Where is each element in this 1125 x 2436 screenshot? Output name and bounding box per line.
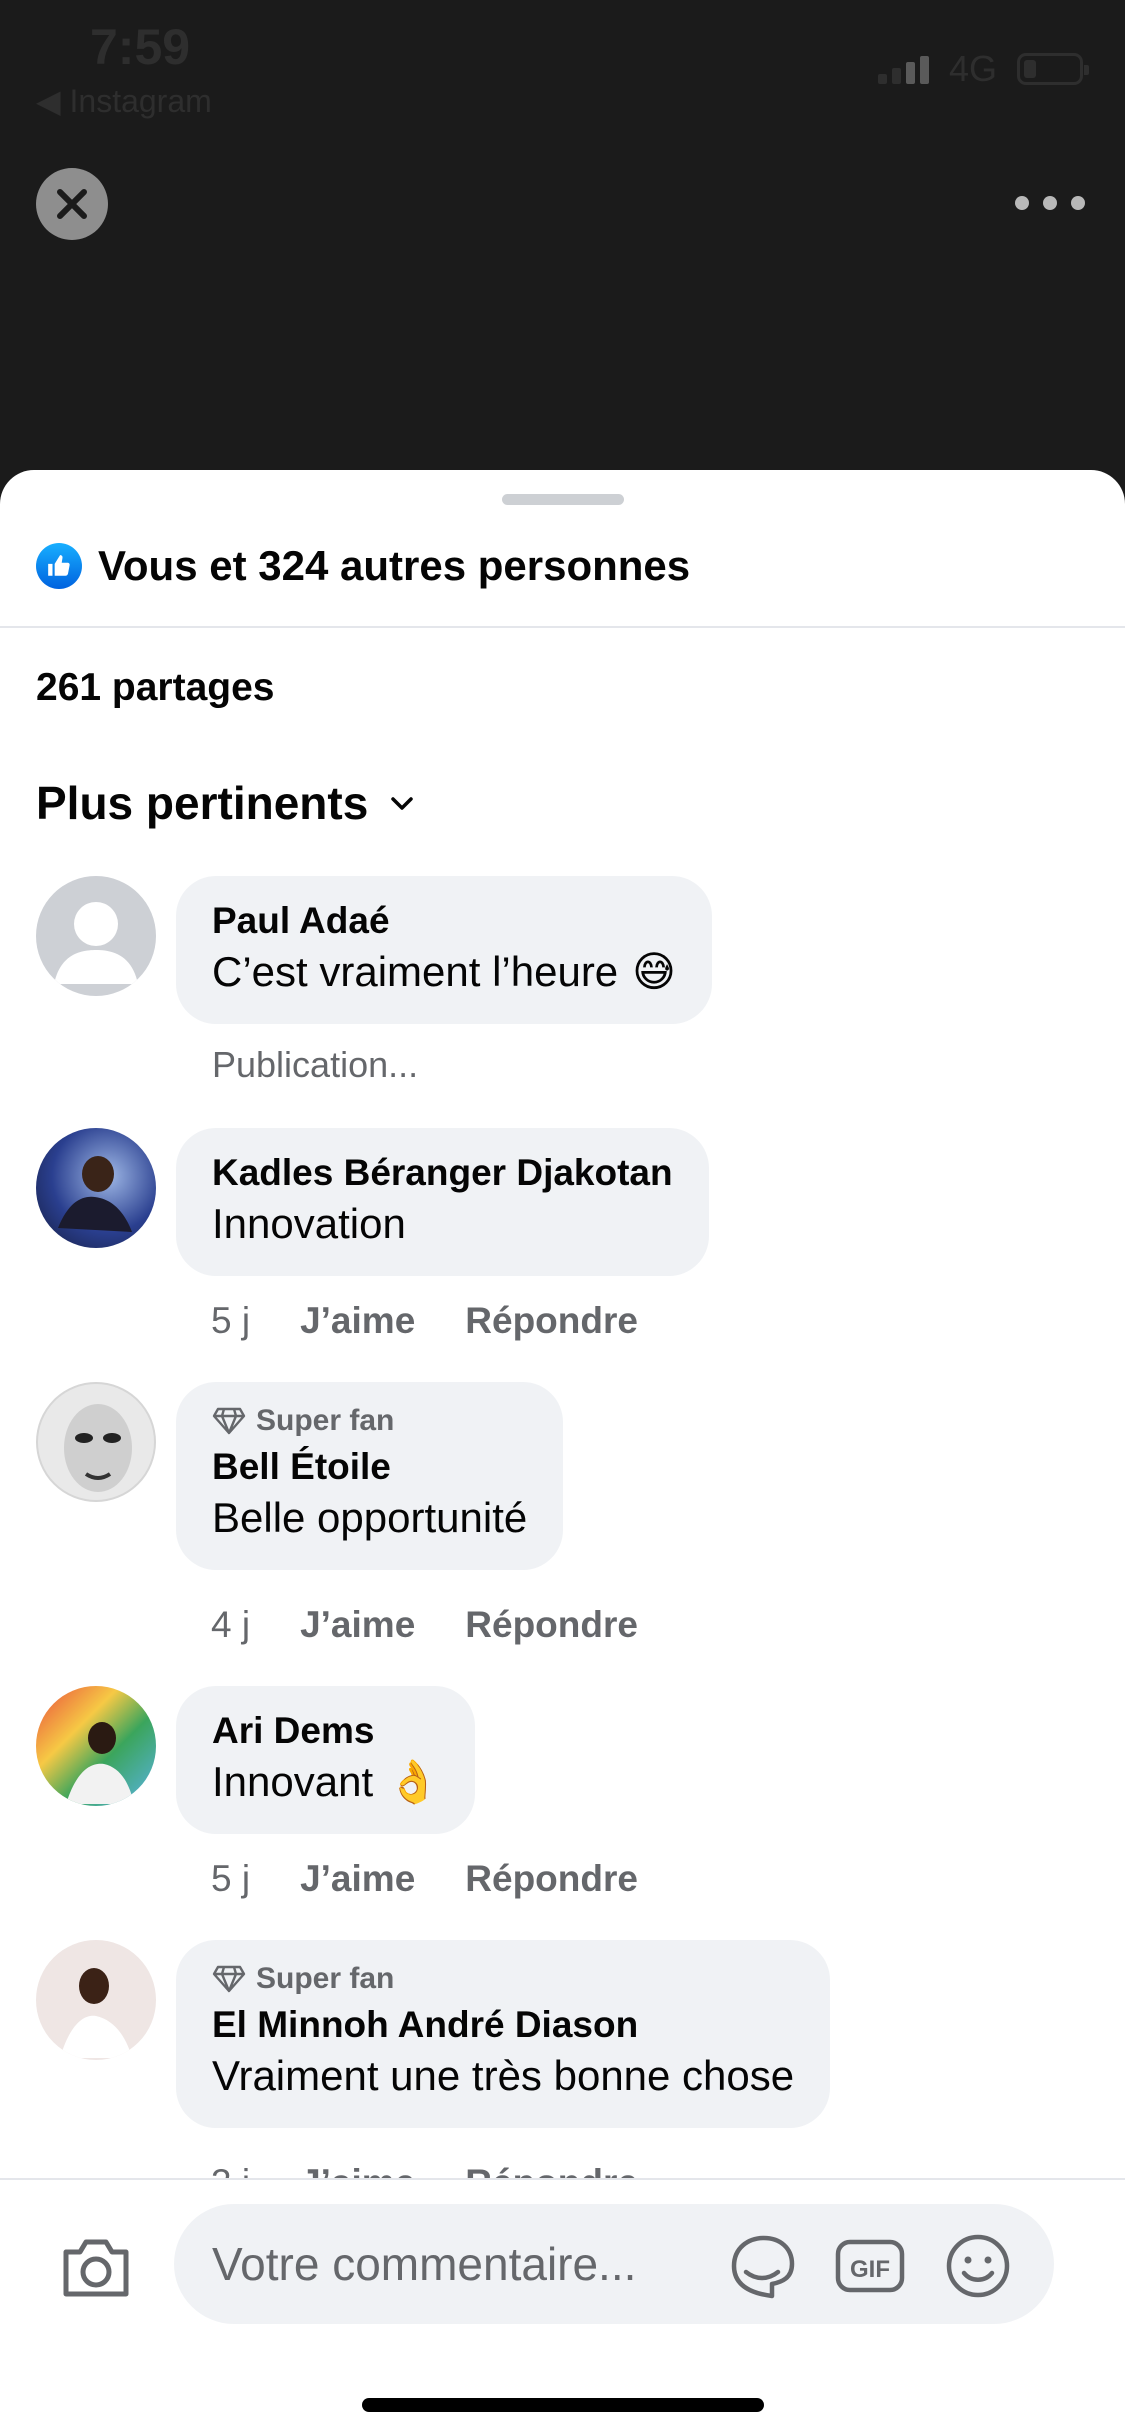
- comment-text: C’est vraiment l’heure 😅: [212, 944, 676, 1000]
- comment-age: 5 j: [211, 1300, 251, 1341]
- avatar[interactable]: [36, 1128, 156, 1248]
- sort-dropdown[interactable]: Plus pertinents: [36, 776, 418, 830]
- comment-author[interactable]: Ari Dems: [212, 1708, 439, 1754]
- comments-sheet: Vous et 324 autres personnes 261 partage…: [0, 470, 1125, 2436]
- comment-text: Innovant 👌: [212, 1754, 439, 1810]
- more-options-button[interactable]: [1015, 180, 1085, 226]
- status-indicators: 4G: [877, 48, 1089, 90]
- gif-button[interactable]: GIF: [834, 2232, 906, 2300]
- like-link[interactable]: J’aime: [300, 1604, 415, 1646]
- dot-icon: [1015, 196, 1029, 210]
- emoji-button[interactable]: [942, 2232, 1014, 2300]
- gif-label: GIF: [850, 2256, 890, 2283]
- network-label: 4G: [948, 48, 997, 89]
- comment-text: Innovation: [212, 1200, 406, 1247]
- sheet-grabber[interactable]: [502, 494, 624, 505]
- super-fan-badge: Super fan: [212, 1404, 527, 1438]
- battery-icon: [1017, 53, 1089, 85]
- comment-actions: 5 j J’aime Répondre: [211, 1858, 638, 1900]
- comment-bubble[interactable]: Ari Dems Innovant 👌: [176, 1686, 476, 1834]
- comment-actions: 4 j J’aime Répondre: [211, 1604, 638, 1646]
- comment-age: 4 j: [211, 1604, 251, 1645]
- thumbs-up-icon: [36, 543, 82, 589]
- comment-author[interactable]: El Minnoh André Diason: [212, 2002, 794, 2048]
- status-time: 7:59: [90, 19, 191, 75]
- dot-icon: [1043, 196, 1057, 210]
- sort-label: Plus pertinents: [36, 777, 369, 829]
- like-link[interactable]: J’aime: [300, 1300, 415, 1342]
- badge-label: Super fan: [256, 1962, 395, 1995]
- comment-bubble[interactable]: Kadles Béranger Djakotan Innovation: [176, 1128, 709, 1276]
- home-indicator[interactable]: [362, 2398, 764, 2412]
- reactions-label: Vous et 324 autres personnes: [98, 542, 691, 589]
- status-bar: 7:59 ◀ Instagram 4G: [0, 0, 1125, 130]
- divider: [0, 626, 1125, 628]
- ok-hand-emoji-icon: 👌: [387, 1758, 440, 1805]
- comment-age: 5 j: [211, 1858, 251, 1899]
- comment-bubble[interactable]: Paul Adaé C’est vraiment l’heure 😅: [176, 876, 712, 1024]
- reply-link[interactable]: Répondre: [465, 1604, 638, 1646]
- avatar[interactable]: [36, 1686, 156, 1806]
- close-button[interactable]: [36, 168, 108, 240]
- avatar[interactable]: [36, 1940, 156, 2060]
- comment-status: Publication...: [212, 1044, 419, 1085]
- chevron-down-icon: [391, 797, 414, 810]
- comment-author[interactable]: Bell Étoile: [212, 1444, 527, 1490]
- sticker-icon: [731, 2235, 795, 2299]
- comment-text-content: Innovant: [212, 1758, 374, 1805]
- comment-bubble[interactable]: Super fan El Minnoh André Diason Vraimen…: [176, 1940, 831, 2128]
- back-to-app-link[interactable]: ◀ Instagram: [36, 82, 212, 120]
- badge-label: Super fan: [256, 1404, 395, 1437]
- comment-actions: 5 j J’aime Répondre: [211, 1300, 638, 1342]
- comment-text: Vraiment une très bonne chose: [212, 2052, 795, 2099]
- comment-input[interactable]: [212, 2204, 732, 2324]
- sticker-button[interactable]: [726, 2232, 798, 2300]
- shares-count[interactable]: 261 partages: [36, 666, 274, 710]
- comment-text: Belle opportunité: [212, 1494, 528, 1541]
- comment-author[interactable]: Kadles Béranger Djakotan: [212, 1150, 673, 1196]
- comment-bubble[interactable]: Super fan Bell Étoile Belle opportunité: [176, 1382, 564, 1570]
- gif-icon: GIF: [835, 2239, 905, 2293]
- reactions-summary[interactable]: Vous et 324 autres personnes: [36, 542, 690, 590]
- comment-input-container[interactable]: GIF: [174, 2204, 1054, 2324]
- close-icon: [57, 189, 87, 219]
- comment-author[interactable]: Paul Adaé: [212, 898, 676, 944]
- avatar[interactable]: [36, 876, 156, 996]
- camera-icon: [63, 2239, 129, 2297]
- super-fan-badge: Super fan: [212, 1962, 794, 1996]
- reply-link[interactable]: Répondre: [465, 1300, 638, 1342]
- emoji-icon: [946, 2234, 1010, 2298]
- sweat-smile-emoji-icon: 😅: [632, 948, 676, 995]
- dot-icon: [1071, 196, 1085, 210]
- reply-link[interactable]: Répondre: [465, 1858, 638, 1900]
- signal-icon: [877, 54, 929, 84]
- avatar[interactable]: [36, 1382, 156, 1502]
- camera-button[interactable]: [58, 2230, 134, 2306]
- comment-text-content: C’est vraiment l’heure: [212, 948, 619, 995]
- diamond-icon: [212, 1965, 246, 1993]
- diamond-icon: [212, 1407, 246, 1435]
- like-link[interactable]: J’aime: [300, 1858, 415, 1900]
